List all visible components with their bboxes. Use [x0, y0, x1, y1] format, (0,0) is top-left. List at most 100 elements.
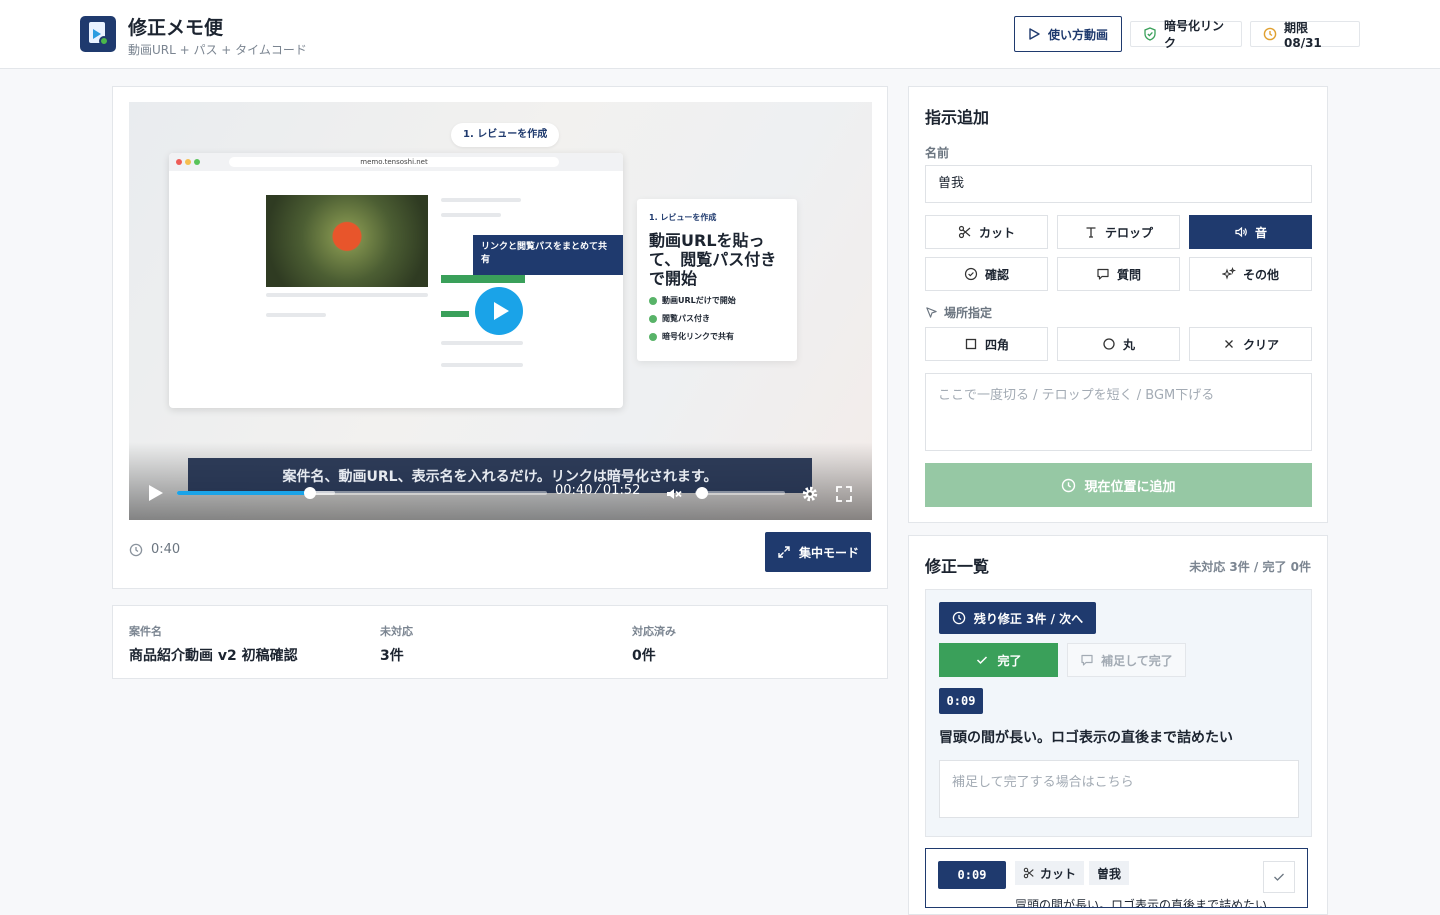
- focus-mode-button[interactable]: 集中モード: [765, 532, 871, 572]
- shape-rect-button[interactable]: 四角: [925, 327, 1048, 361]
- type-tag: カット: [1015, 861, 1085, 885]
- correction-counts: 未対応 3件 / 完了 0件: [1189, 560, 1311, 574]
- mute-icon[interactable]: [665, 485, 683, 503]
- type-tag-label: カット: [1040, 866, 1077, 881]
- mock-tooltip: リンクと閲覧パスをまとめて共有: [473, 235, 623, 275]
- type-cut-label: カット: [978, 225, 1015, 240]
- check-icon: [977, 656, 988, 665]
- seek-bar[interactable]: [177, 491, 547, 495]
- complete-label: 完了: [997, 653, 1022, 668]
- video-time-display: 00:40 ⁄ 01:52: [555, 483, 641, 498]
- done-count-key: 対応済み: [632, 625, 676, 638]
- app-logo-icon: [80, 16, 116, 52]
- expand-icon: [778, 546, 790, 558]
- complete-with-note-label: 補足して完了: [1101, 653, 1173, 668]
- mark-done-checkbox[interactable]: [1263, 861, 1295, 893]
- play-icon[interactable]: [149, 485, 163, 501]
- card-step: 1. レビューを作成: [649, 213, 717, 222]
- mock-url: memo.tensoshi.net: [229, 157, 559, 167]
- correction-list-panel: 修正一覧 未対応 3件 / 完了 0件 残り修正 3件 / 次へ 完了 補足して…: [908, 535, 1328, 915]
- close-icon: [1225, 340, 1233, 348]
- location-label-text: 場所指定: [944, 306, 993, 320]
- complete-with-note-button[interactable]: 補足して完了: [1067, 643, 1186, 677]
- type-other-label: その他: [1242, 267, 1279, 282]
- instruction-textarea[interactable]: ここで一度切る / テロップを短く / BGM下げる: [925, 373, 1312, 451]
- how-to-video-button[interactable]: 使い方動画: [1014, 16, 1122, 52]
- video-mock-screen: memo.tensoshi.net リンクと閲覧パスをまとめて共有: [169, 153, 623, 408]
- cursor-arrow-icon: [926, 307, 937, 318]
- type-audio-label: 音: [1254, 225, 1267, 240]
- open-count-value: 3件: [380, 648, 404, 664]
- shape-clear-button[interactable]: クリア: [1189, 327, 1312, 361]
- video-player[interactable]: 1. レビューを作成 memo.tensoshi.net リンクと閲覧パスをまと…: [129, 102, 872, 520]
- type-confirm-button[interactable]: 確認: [925, 257, 1048, 291]
- correction-list-title: 修正一覧: [925, 557, 990, 576]
- video-play-overlay-icon[interactable]: [475, 287, 523, 335]
- next-correction-label: 残り修正 3件 / 次へ: [973, 611, 1084, 626]
- open-count-field: 未対応 3件: [380, 623, 413, 665]
- text-icon: [1086, 227, 1096, 238]
- project-name-value: 商品紹介動画 v2 初稿確認: [129, 648, 298, 664]
- add-instruction-title: 指示追加: [925, 108, 990, 127]
- timecode-badge[interactable]: 0:09: [938, 861, 1006, 889]
- add-button-label: 現在位置に追加: [1084, 479, 1176, 495]
- square-icon: [965, 338, 977, 350]
- clock-icon: [1263, 27, 1277, 41]
- card-bullet: 暗号化リンクで共有: [649, 331, 785, 342]
- app-title: 修正メモ便: [128, 17, 224, 39]
- fullscreen-icon[interactable]: [835, 485, 853, 503]
- mock-flower-image: [266, 195, 428, 287]
- shield-check-icon: [1144, 27, 1156, 41]
- add-instruction-panel: 指示追加 名前 曽我 カット テロップ 音 確認 質問 その他 場所指定 四角 …: [908, 86, 1328, 523]
- done-count-value: 0件: [632, 648, 656, 664]
- speech-bubble-icon: [1081, 654, 1093, 666]
- expiry-label: 期限 08/31: [1284, 20, 1322, 50]
- type-telop-label: テロップ: [1104, 225, 1153, 240]
- type-confirm-label: 確認: [984, 267, 1009, 282]
- type-telop-button[interactable]: テロップ: [1057, 215, 1180, 249]
- volume-handle[interactable]: [696, 487, 708, 499]
- shape-circle-label: 丸: [1122, 337, 1135, 352]
- project-info-panel: 案件名 商品紹介動画 v2 初稿確認 未対応 3件 対応済み 0件: [112, 605, 888, 679]
- clock-icon: [952, 611, 966, 625]
- video-step-pill: 1. レビューを作成: [451, 123, 560, 147]
- expiry-badge: 期限 08/31: [1250, 20, 1360, 50]
- open-count-key: 未対応: [380, 625, 413, 638]
- name-input[interactable]: 曽我: [925, 165, 1312, 203]
- speech-bubble-icon: [1097, 268, 1109, 280]
- author-tag: 曽我: [1089, 861, 1130, 885]
- card-bullet: 動画URLだけで開始: [649, 295, 785, 306]
- add-at-current-position-button[interactable]: 現在位置に追加: [925, 463, 1312, 507]
- encrypted-link-badge: 暗号化リンク: [1130, 19, 1242, 50]
- how-to-video-label: 使い方動画: [1048, 27, 1109, 42]
- speaker-icon: [1235, 226, 1247, 238]
- current-time-label: 0:40: [151, 542, 181, 557]
- card-bullet: 閲覧パス付き: [649, 313, 785, 324]
- complete-button[interactable]: 完了: [939, 643, 1058, 677]
- project-name-key: 案件名: [129, 625, 162, 638]
- timecode-badge[interactable]: 0:09: [939, 688, 983, 714]
- active-correction-item: 残り修正 3件 / 次へ 完了 補足して完了 0:09 冒頭の間が長い。ロゴ表示…: [925, 589, 1312, 837]
- type-audio-button[interactable]: 音: [1189, 215, 1312, 249]
- scissors-icon: [1023, 867, 1034, 879]
- app-header: 修正メモ便 動画URL + パス + タイムコード 使い方動画 暗号化リンク 期…: [0, 0, 1440, 69]
- shape-clear-label: クリア: [1242, 337, 1279, 352]
- correction-text: 冒頭の間が長い。ロゴ表示の直後まで詰めたい: [939, 730, 1233, 746]
- volume-slider[interactable]: [695, 491, 785, 495]
- shape-circle-button[interactable]: 丸: [1057, 327, 1180, 361]
- type-question-button[interactable]: 質問: [1057, 257, 1180, 291]
- clock-icon: [1062, 478, 1076, 492]
- supplement-textarea[interactable]: 補足して完了する場合はこちら: [939, 760, 1299, 818]
- card-headline: 動画URLを貼って、閲覧パス付きで開始: [649, 231, 777, 288]
- sparkle-icon: [1221, 267, 1236, 280]
- settings-gear-icon[interactable]: [801, 485, 819, 503]
- type-cut-button[interactable]: カット: [925, 215, 1048, 249]
- clock-icon: [129, 543, 143, 556]
- shape-rect-label: 四角: [984, 337, 1009, 352]
- project-name-field: 案件名 商品紹介動画 v2 初稿確認: [129, 623, 298, 665]
- next-correction-button[interactable]: 残り修正 3件 / 次へ: [939, 602, 1096, 634]
- type-question-label: 質問: [1116, 267, 1141, 282]
- scissors-icon: [958, 225, 971, 239]
- type-other-button[interactable]: その他: [1189, 257, 1312, 291]
- correction-list-item[interactable]: 0:09 カット 曽我 冒頭の間が長い。ロゴ表示の直後まで詰めたい: [925, 848, 1308, 908]
